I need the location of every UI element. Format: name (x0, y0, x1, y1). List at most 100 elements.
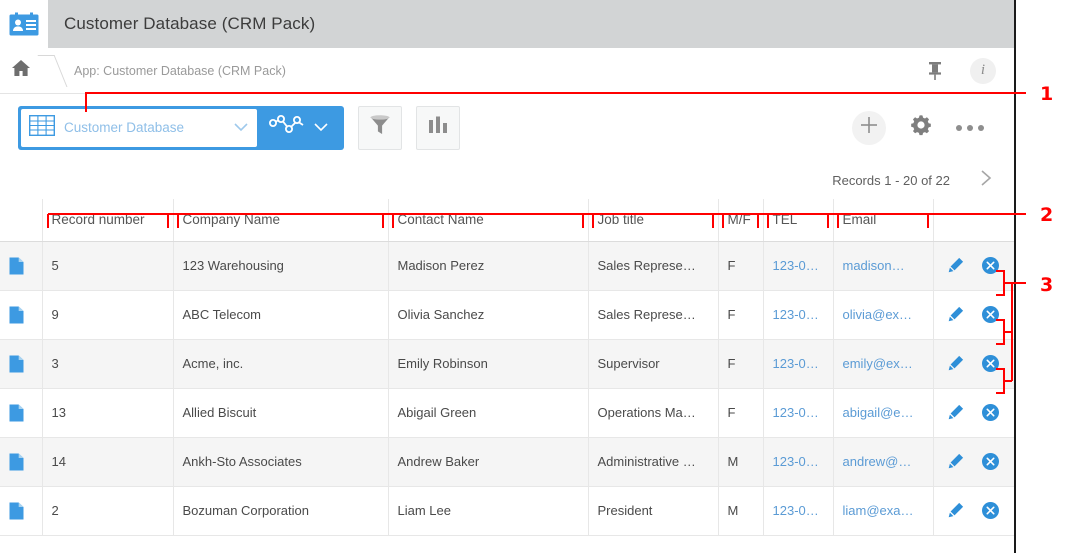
column-header-tel[interactable]: TEL (763, 199, 833, 241)
app-titlebar: Customer Database (CRM Pack) (0, 0, 1014, 48)
column-header-email[interactable]: Email (833, 199, 933, 241)
table-row[interactable]: 14Ankh-Sto AssociatesAndrew BakerAdminis… (0, 437, 1016, 486)
view-dropdown[interactable]: Customer Database (21, 109, 257, 147)
gear-icon[interactable] (908, 112, 934, 143)
pencil-edit-icon[interactable] (947, 355, 964, 372)
cell-contact-name: Abigail Green (388, 388, 588, 437)
cell-tel[interactable]: 123-0… (763, 339, 833, 388)
row-document-cell[interactable] (0, 241, 42, 290)
cell-email[interactable]: andrew@… (833, 437, 933, 486)
cell-contact-name: Madison Perez (388, 241, 588, 290)
pencil-edit-icon[interactable] (947, 404, 964, 421)
chevron-down-icon[interactable] (233, 119, 249, 137)
cell-record-number: 2 (42, 486, 173, 535)
cell-email[interactable]: emily@ex… (833, 339, 933, 388)
row-document-cell[interactable] (0, 290, 42, 339)
records-table: Record number Company Name Contact Name … (0, 199, 1016, 536)
pin-icon[interactable] (926, 61, 944, 81)
delete-circle-icon[interactable] (982, 502, 999, 519)
cell-tel[interactable]: 123-0… (763, 437, 833, 486)
cell-actions (933, 339, 1016, 388)
document-icon[interactable] (9, 257, 24, 272)
graph-view-button[interactable] (257, 109, 341, 147)
cell-job-title: Operations Ma… (588, 388, 718, 437)
annotation-number-1: 1 (1040, 83, 1053, 105)
cell-tel[interactable]: 123-0… (763, 290, 833, 339)
cell-company-name: Ankh-Sto Associates (173, 437, 388, 486)
column-header-actions[interactable] (933, 199, 1016, 241)
annotation-number-3: 3 (1040, 274, 1053, 296)
view-selector[interactable]: Customer Database (18, 106, 344, 150)
row-document-cell[interactable] (0, 339, 42, 388)
delete-circle-icon[interactable] (982, 404, 999, 421)
document-icon[interactable] (9, 502, 24, 517)
column-header-job-title[interactable]: Job title (588, 199, 718, 241)
cell-email[interactable]: madison… (833, 241, 933, 290)
document-icon[interactable] (9, 453, 24, 468)
view-name-label: Customer Database (64, 120, 233, 135)
column-header-company-name[interactable]: Company Name (173, 199, 388, 241)
document-icon[interactable] (9, 306, 24, 321)
cell-company-name: Bozuman Corporation (173, 486, 388, 535)
pencil-edit-icon[interactable] (947, 306, 964, 323)
delete-circle-icon[interactable] (982, 355, 999, 372)
cell-mf: F (718, 290, 763, 339)
home-icon (11, 59, 31, 82)
cell-actions (933, 388, 1016, 437)
document-icon[interactable] (9, 355, 24, 370)
cell-mf: F (718, 241, 763, 290)
cell-actions (933, 486, 1016, 535)
cell-email[interactable]: olivia@ex… (833, 290, 933, 339)
cell-record-number: 5 (42, 241, 173, 290)
delete-circle-icon[interactable] (982, 257, 999, 274)
row-document-cell[interactable] (0, 486, 42, 535)
delete-circle-icon[interactable] (982, 453, 999, 470)
breadcrumb-separator (42, 48, 68, 93)
cell-job-title: Sales Represe… (588, 241, 718, 290)
delete-circle-icon[interactable] (982, 306, 999, 323)
graph-chevron-down-icon[interactable] (313, 119, 329, 137)
cell-job-title: President (588, 486, 718, 535)
cell-email[interactable]: liam@exa… (833, 486, 933, 535)
cell-company-name: ABC Telecom (173, 290, 388, 339)
cell-tel[interactable]: 123-0… (763, 388, 833, 437)
cell-contact-name: Emily Robinson (388, 339, 588, 388)
cell-email[interactable]: abigail@e… (833, 388, 933, 437)
cell-tel[interactable]: 123-0… (763, 241, 833, 290)
cell-actions (933, 290, 1016, 339)
table-row[interactable]: 5123 WarehousingMadison PerezSales Repre… (0, 241, 1016, 290)
table-row[interactable]: 13Allied BiscuitAbigail GreenOperations … (0, 388, 1016, 437)
breadcrumb: App: Customer Database (CRM Pack) i (0, 48, 1014, 94)
pencil-edit-icon[interactable] (947, 502, 964, 519)
chevron-right-icon[interactable] (980, 169, 992, 192)
table-row[interactable]: 2Bozuman CorporationLiam LeePresidentM12… (0, 486, 1016, 535)
ellipsis-icon[interactable] (956, 125, 984, 131)
plus-icon (859, 115, 879, 140)
row-document-cell[interactable] (0, 388, 42, 437)
cell-tel[interactable]: 123-0… (763, 486, 833, 535)
cell-mf: M (718, 437, 763, 486)
table-header-row: Record number Company Name Contact Name … (0, 199, 1016, 241)
pencil-edit-icon[interactable] (947, 453, 964, 470)
column-header-doc[interactable] (0, 199, 42, 241)
table-grid-icon (29, 115, 55, 141)
breadcrumb-actions: i (926, 58, 1014, 84)
chart-button[interactable] (416, 106, 460, 150)
cell-record-number: 3 (42, 339, 173, 388)
pencil-edit-icon[interactable] (947, 257, 964, 274)
info-icon[interactable]: i (970, 58, 996, 84)
table-body: 5123 WarehousingMadison PerezSales Repre… (0, 241, 1016, 535)
table-row[interactable]: 9ABC TelecomOlivia SanchezSales Represe…… (0, 290, 1016, 339)
column-header-contact-name[interactable]: Contact Name (388, 199, 588, 241)
document-icon[interactable] (9, 404, 24, 419)
column-header-record-number[interactable]: Record number (42, 199, 173, 241)
view-toolbar: Customer Database (0, 94, 1014, 161)
column-header-mf[interactable]: M/F (718, 199, 763, 241)
add-record-button[interactable] (852, 111, 886, 145)
filter-button[interactable] (358, 106, 402, 150)
cell-actions (933, 241, 1016, 290)
home-button[interactable] (0, 59, 42, 82)
breadcrumb-path[interactable]: App: Customer Database (CRM Pack) (74, 64, 286, 78)
row-document-cell[interactable] (0, 437, 42, 486)
table-row[interactable]: 3Acme, inc.Emily RobinsonSupervisorF123-… (0, 339, 1016, 388)
